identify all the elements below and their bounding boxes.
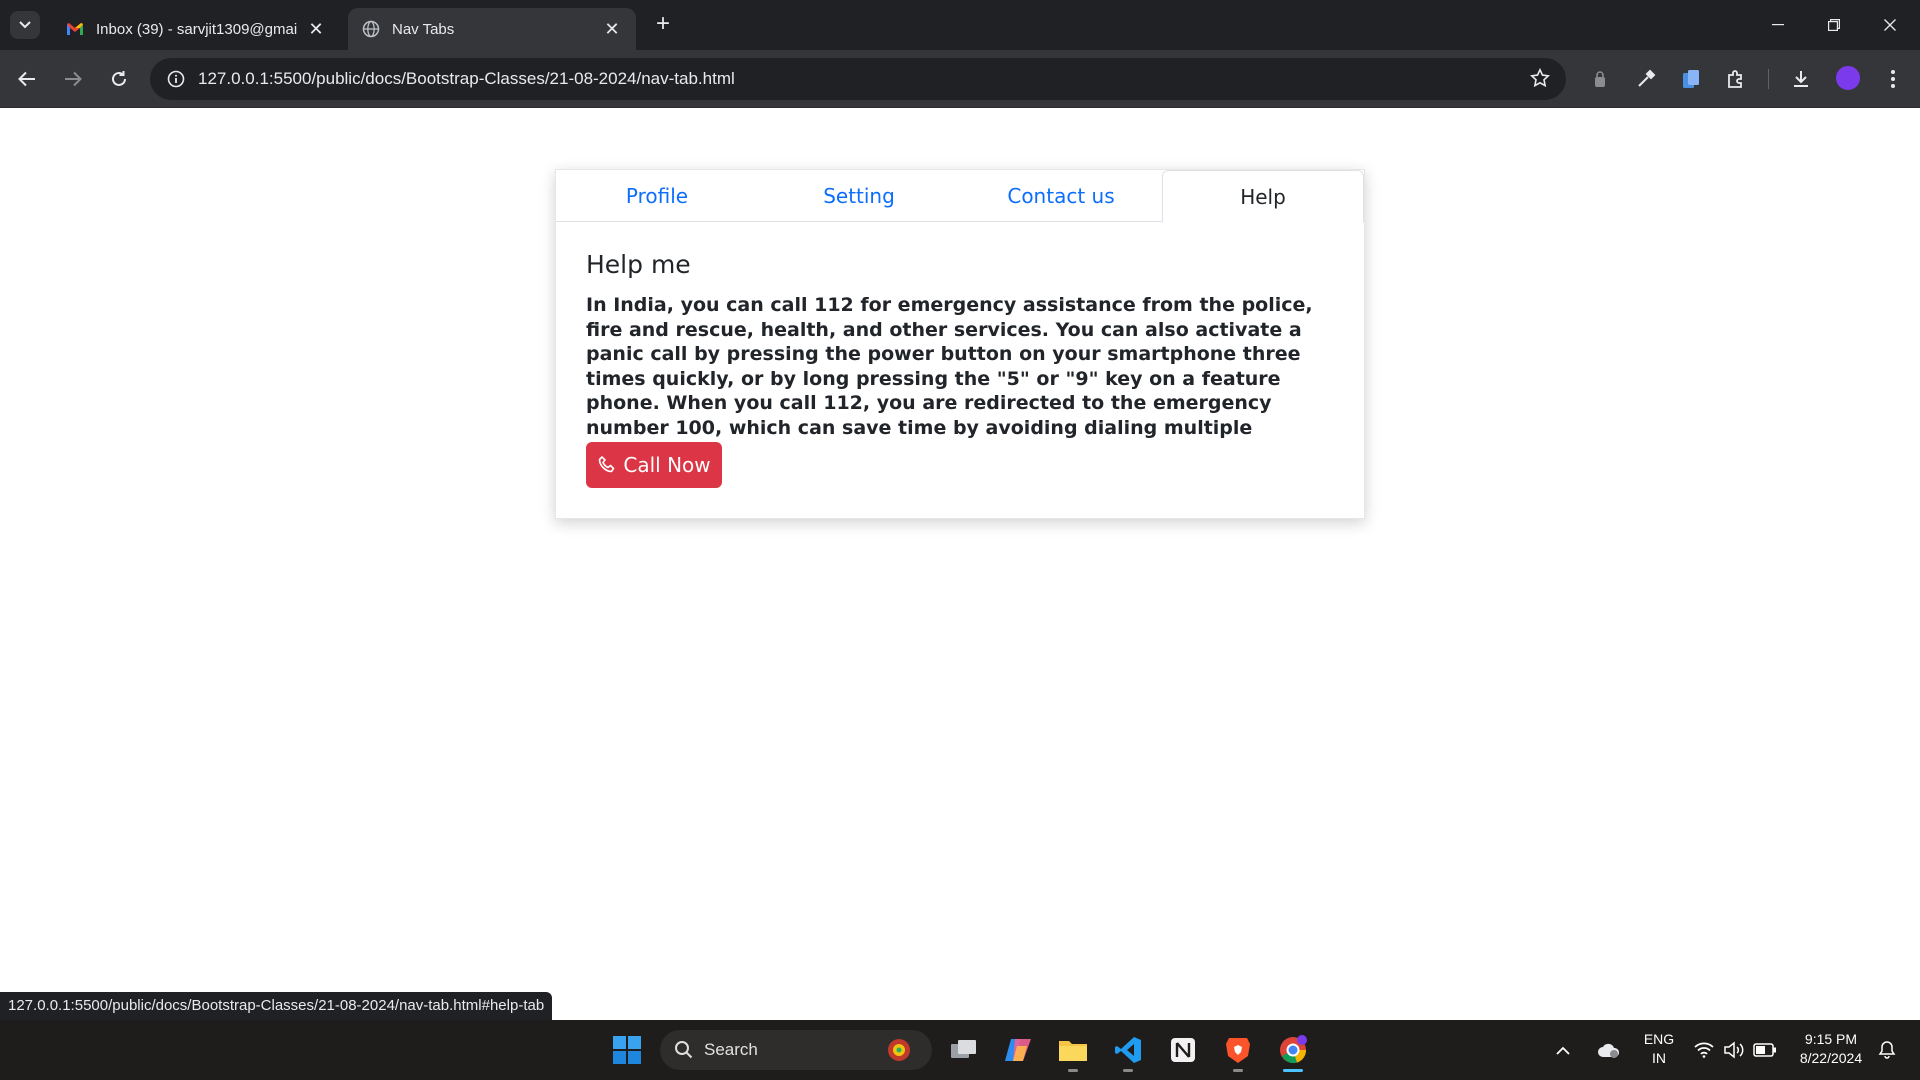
running-indicator [1123, 1069, 1133, 1072]
downloads-icon[interactable] [1788, 66, 1814, 92]
windows-logo-icon [613, 1036, 641, 1064]
vscode-icon [1115, 1037, 1141, 1063]
back-button[interactable] [12, 64, 42, 94]
windows-taskbar: Search ENG IN 9:15 PM 8/22/2024 [0, 1020, 1920, 1080]
pane-title: Help me [586, 250, 691, 279]
browser-titlebar: Inbox (39) - sarvjit1309@gmail.com ✕ Nav… [0, 0, 1920, 50]
color-picker-icon[interactable] [1633, 66, 1659, 92]
battery-icon [1753, 1043, 1776, 1057]
clock[interactable]: 9:15 PM 8/22/2024 [1790, 1030, 1872, 1068]
more-menu-icon[interactable] [1880, 66, 1906, 92]
folder-icon [1059, 1041, 1087, 1061]
close-icon[interactable]: ✕ [306, 19, 326, 39]
toolbar-divider [1768, 69, 1769, 89]
region-code: IN [1652, 1050, 1666, 1066]
copilot-button[interactable] [998, 1030, 1038, 1070]
page-viewport: Profile Setting Contact us Help Help me … [0, 108, 1920, 1020]
site-info-icon[interactable] [158, 70, 194, 88]
globe-icon [362, 20, 380, 38]
forward-button[interactable] [58, 64, 88, 94]
chrome-icon [1280, 1035, 1307, 1064]
volume-status[interactable] [1722, 1030, 1746, 1070]
nav-tabs-card: Profile Setting Contact us Help Help me … [555, 169, 1365, 519]
notion-button[interactable] [1163, 1030, 1203, 1070]
extension-lock-icon[interactable] [1587, 66, 1613, 92]
close-icon [1884, 19, 1896, 31]
tab-title: Inbox (39) - sarvjit1309@gmail.com [96, 20, 298, 38]
running-indicator [1233, 1069, 1243, 1072]
extensions-puzzle-icon[interactable] [1723, 66, 1749, 92]
browser-tab-inbox[interactable]: Inbox (39) - sarvjit1309@gmail.com ✕ [52, 8, 340, 50]
running-indicator [1283, 1069, 1303, 1072]
search-label: Search [704, 1040, 758, 1059]
wifi-icon [1694, 1042, 1714, 1058]
battery-status[interactable] [1752, 1030, 1778, 1070]
address-bar[interactable]: 127.0.0.1:5500/public/docs/Bootstrap-Cla… [150, 58, 1566, 100]
brave-icon [1226, 1038, 1250, 1063]
chrome-button[interactable] [1273, 1030, 1313, 1072]
show-hidden-icons-button[interactable] [1551, 1030, 1575, 1070]
extension-copy-icon[interactable] [1678, 66, 1704, 92]
status-bar-url: 127.0.0.1:5500/public/docs/Bootstrap-Cla… [0, 992, 553, 1020]
tab-title: Nav Tabs [392, 20, 455, 38]
minimize-button[interactable] [1758, 10, 1798, 40]
chevron-down-icon [19, 21, 31, 29]
clock-time: 9:15 PM [1804, 1031, 1858, 1047]
wifi-status[interactable] [1692, 1030, 1716, 1070]
browser-toolbar: 127.0.0.1:5500/public/docs/Bootstrap-Cla… [0, 50, 1920, 108]
restore-button[interactable] [1814, 10, 1854, 40]
clock-date: 8/22/2024 [1799, 1050, 1863, 1066]
chevron-up-icon [1556, 1046, 1570, 1055]
notification-bell-icon [1878, 1041, 1896, 1059]
notion-icon [1171, 1038, 1195, 1062]
notification-center-button[interactable] [1874, 1030, 1900, 1070]
minimize-icon [1772, 24, 1784, 26]
bookmark-star-icon[interactable] [1529, 67, 1551, 93]
task-view-button[interactable] [944, 1030, 984, 1070]
onedrive-button[interactable] [1594, 1030, 1624, 1070]
close-icon[interactable]: ✕ [602, 19, 622, 39]
task-view-icon [951, 1040, 976, 1058]
close-window-button[interactable] [1870, 10, 1910, 40]
arrow-right-icon [65, 71, 82, 87]
running-indicator [1068, 1069, 1078, 1072]
tab-search-button[interactable] [10, 11, 40, 39]
brave-browser-button[interactable] [1218, 1030, 1258, 1072]
gmail-icon [66, 20, 84, 38]
language-indicator[interactable]: ENG IN [1642, 1030, 1676, 1068]
cloud-icon [1598, 1043, 1620, 1058]
arrow-left-icon [18, 71, 35, 87]
search-highlight-icon [888, 1039, 910, 1061]
new-tab-button[interactable]: + [650, 12, 676, 38]
search-icon [675, 1041, 693, 1059]
volume-icon [1724, 1041, 1744, 1059]
file-explorer-button[interactable] [1053, 1030, 1093, 1072]
vscode-button[interactable] [1108, 1030, 1148, 1072]
reload-icon [112, 71, 126, 86]
tab-profile[interactable]: Profile [556, 170, 758, 222]
tab-setting[interactable]: Setting [758, 170, 960, 222]
start-button[interactable] [607, 1030, 647, 1070]
browser-tab-nav-tabs[interactable]: Nav Tabs ✕ [348, 8, 636, 50]
pane-description: In India, you can call 112 for emergency… [586, 294, 1313, 463]
call-now-label: Call Now [623, 453, 711, 477]
nav-tabs: Profile Setting Contact us Help [556, 170, 1364, 223]
url-text[interactable]: 127.0.0.1:5500/public/docs/Bootstrap-Cla… [198, 69, 735, 89]
help-tab-pane: Help me In India, you can call 112 for e… [586, 250, 1336, 465]
copilot-icon [1005, 1039, 1031, 1061]
restore-icon [1828, 19, 1840, 31]
tab-help[interactable]: Help [1162, 170, 1364, 223]
profile-avatar[interactable] [1836, 66, 1860, 90]
reload-button[interactable] [104, 64, 134, 94]
tab-contact-us[interactable]: Contact us [960, 170, 1162, 222]
taskbar-search[interactable]: Search [660, 1030, 932, 1070]
call-now-button[interactable]: Call Now [586, 442, 722, 488]
language-code: ENG [1643, 1031, 1675, 1047]
phone-icon [599, 456, 615, 473]
